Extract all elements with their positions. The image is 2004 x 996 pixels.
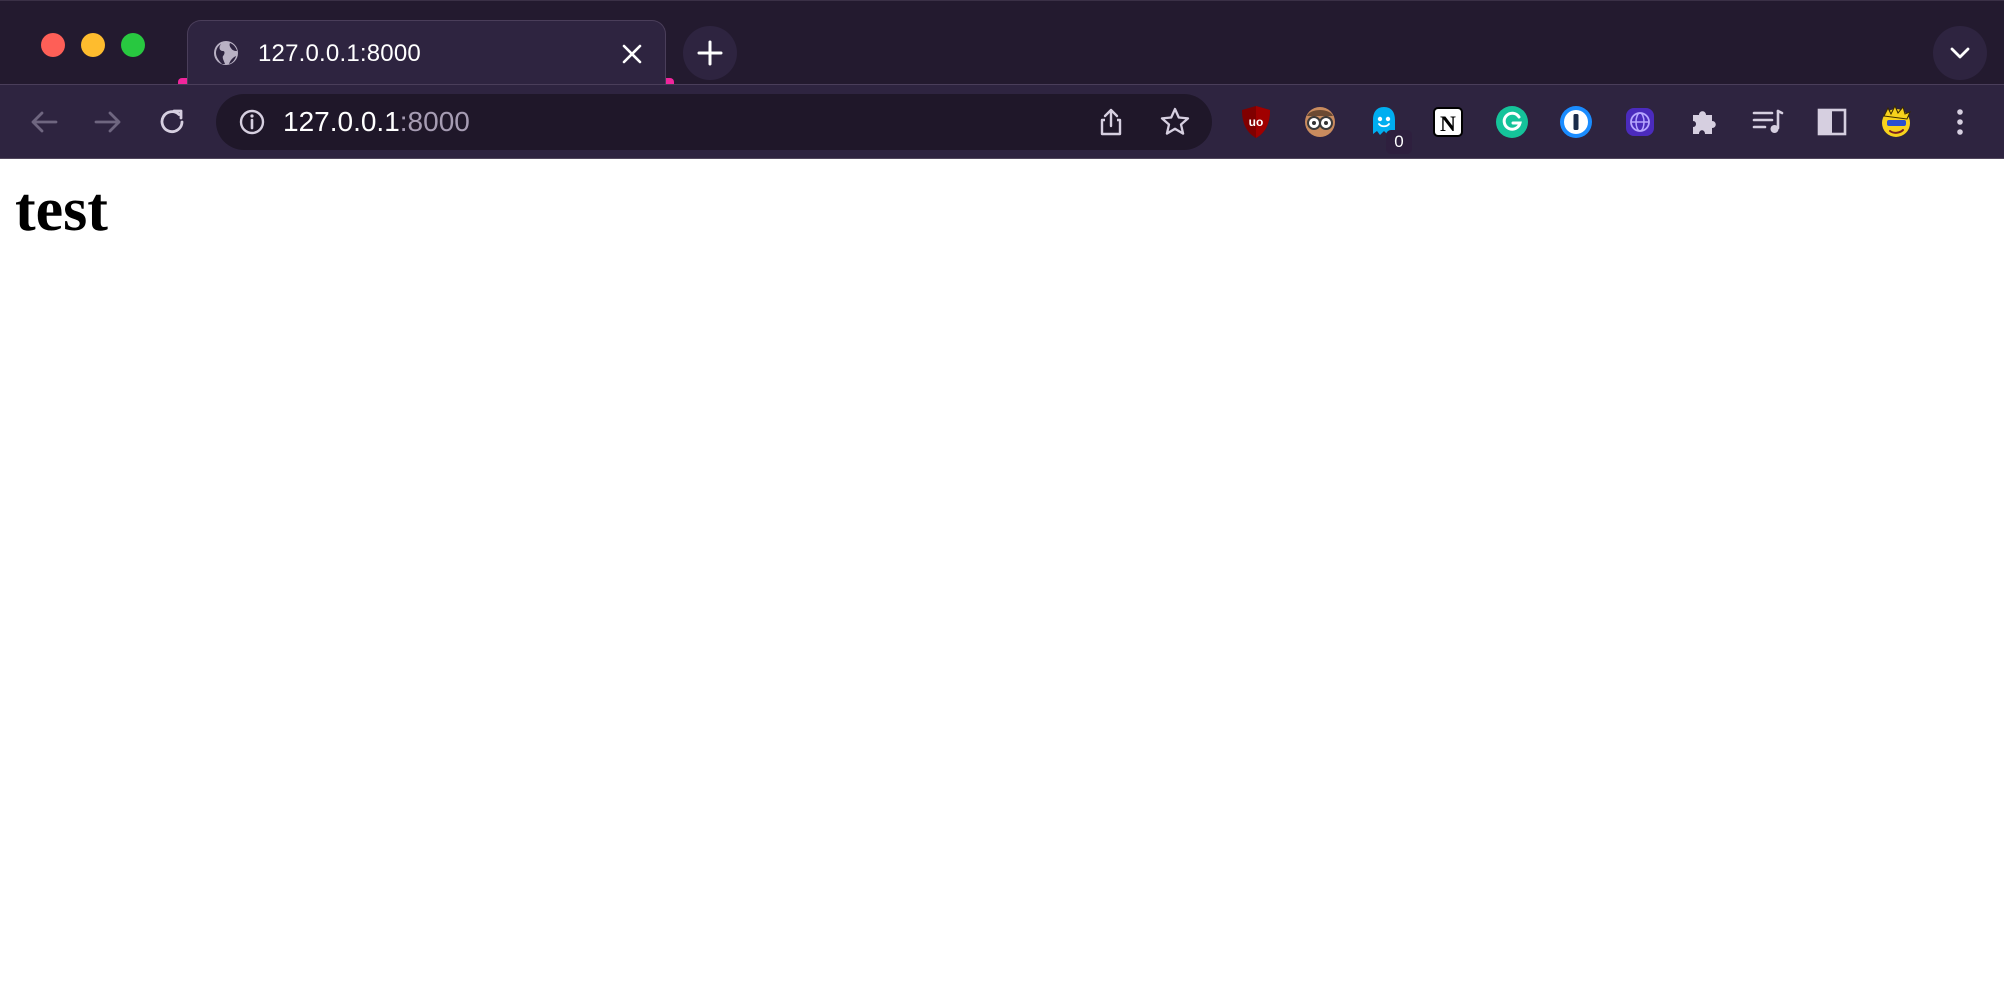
forward-arrow-icon[interactable] — [90, 104, 126, 140]
onepassword-icon[interactable] — [1558, 104, 1594, 140]
puzzle-icon[interactable] — [1686, 104, 1722, 140]
back-arrow-icon[interactable] — [26, 104, 62, 140]
plus-icon — [697, 40, 723, 66]
new-tab-button[interactable] — [683, 26, 737, 80]
ublock-origin-icon[interactable]: uo — [1238, 104, 1274, 140]
close-tab-icon[interactable] — [618, 40, 646, 68]
chevron-down-icon — [1950, 47, 1970, 59]
site-info-icon[interactable] — [238, 108, 266, 136]
notion-icon[interactable]: N — [1430, 104, 1466, 140]
globe-icon — [212, 39, 240, 67]
page-content: test — [0, 159, 2004, 996]
reload-icon[interactable] — [154, 104, 190, 140]
svg-text:N: N — [1440, 111, 1456, 136]
profile-avatar-icon[interactable] — [1878, 104, 1914, 140]
address-bar[interactable]: 127.0.0.1:8000 — [216, 94, 1212, 150]
share-icon[interactable] — [1096, 107, 1126, 137]
web-extension-icon[interactable] — [1622, 104, 1658, 140]
reader-glasses-icon[interactable] — [1302, 104, 1338, 140]
browser-window: 127.0.0.1:8000 127.0.0.1:8000 uo 0 N tes… — [0, 0, 2004, 996]
url-port: :8000 — [399, 106, 470, 137]
side-panel-icon[interactable] — [1814, 104, 1850, 140]
tab-strip: 127.0.0.1:8000 — [0, 0, 2004, 85]
url-text[interactable]: 127.0.0.1:8000 — [283, 106, 470, 138]
url-host: 127.0.0.1 — [283, 106, 400, 137]
toolbar: 127.0.0.1:8000 uo 0 N — [0, 84, 2004, 159]
page-heading: test — [15, 176, 108, 244]
tab-search-button[interactable] — [1933, 26, 1987, 80]
tab-active[interactable]: 127.0.0.1:8000 — [187, 20, 666, 85]
svg-text:uo: uo — [1249, 115, 1264, 129]
zoom-window-button[interactable] — [121, 33, 145, 57]
tab-title: 127.0.0.1:8000 — [258, 40, 421, 67]
kebab-menu-icon[interactable] — [1942, 104, 1978, 140]
minimize-window-button[interactable] — [81, 33, 105, 57]
media-queue-icon[interactable] — [1750, 104, 1786, 140]
ghostery-badge: 0 — [1386, 130, 1412, 154]
close-window-button[interactable] — [41, 33, 65, 57]
bookmark-star-icon[interactable] — [1159, 106, 1191, 138]
grammarly-icon[interactable] — [1494, 104, 1530, 140]
